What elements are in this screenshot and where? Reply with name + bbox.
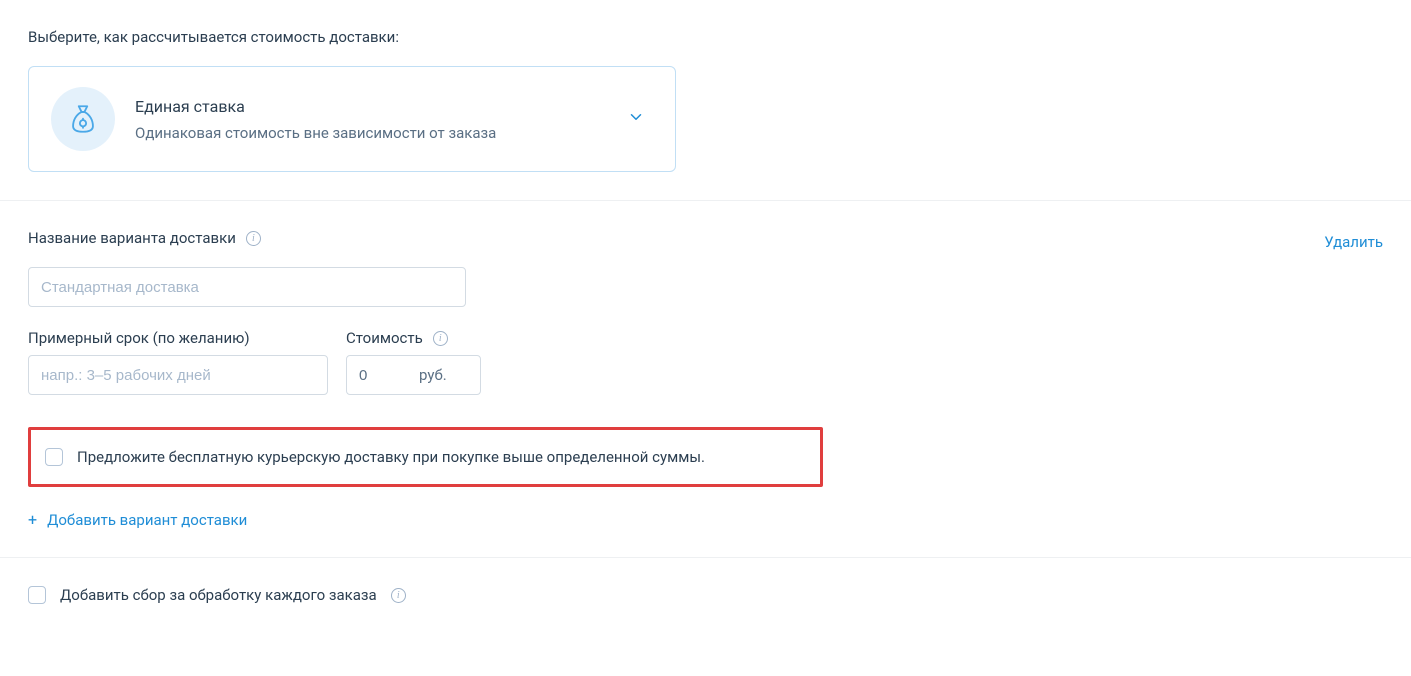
handling-fee-checkbox[interactable] [28, 586, 46, 604]
cost-field: Стоимость руб. [346, 329, 481, 395]
add-variant-link[interactable]: + Добавить вариант доставки [28, 511, 1383, 529]
money-bag-icon [51, 87, 115, 151]
delivery-variant-section: Название варианта доставки Удалить Приме… [0, 200, 1411, 558]
cost-label: Стоимость [346, 329, 423, 347]
rate-prompt: Выберите, как рассчитывается стоимость д… [28, 28, 1383, 46]
variant-name-label: Название варианта доставки [28, 229, 236, 247]
delete-variant-link[interactable]: Удалить [1324, 233, 1383, 251]
free-delivery-highlight: Предложите бесплатную курьерскую доставк… [28, 427, 823, 487]
info-icon[interactable] [246, 231, 261, 246]
plus-icon: + [28, 512, 37, 528]
add-variant-label: Добавить вариант доставки [47, 511, 247, 529]
delivery-time-input[interactable] [28, 355, 328, 395]
variant-name-label-row: Название варианта доставки [28, 229, 261, 247]
free-delivery-checkbox[interactable] [45, 448, 63, 466]
chevron-down-icon[interactable] [619, 108, 653, 130]
rate-title: Единая ставка [135, 97, 599, 116]
info-icon[interactable] [391, 588, 406, 603]
info-icon[interactable] [433, 331, 448, 346]
cost-input-wrap[interactable]: руб. [346, 355, 481, 395]
rate-selection-section: Выберите, как рассчитывается стоимость д… [0, 0, 1411, 200]
handling-fee-section: Добавить сбор за обработку каждого заказ… [0, 558, 1411, 632]
cost-input[interactable] [359, 367, 419, 384]
variant-name-input[interactable] [28, 267, 466, 307]
rate-description: Одинаковая стоимость вне зависимости от … [135, 124, 599, 142]
handling-row: Добавить сбор за обработку каждого заказ… [28, 586, 1383, 604]
fields-row: Примерный срок (по желанию) Стоимость ру… [28, 329, 1383, 395]
time-label: Примерный срок (по желанию) [28, 329, 250, 347]
rate-type-dropdown[interactable]: Единая ставка Одинаковая стоимость вне з… [28, 66, 676, 172]
time-field: Примерный срок (по желанию) [28, 329, 328, 395]
handling-fee-label: Добавить сбор за обработку каждого заказ… [60, 586, 377, 604]
free-delivery-label: Предложите бесплатную курьерскую доставк… [77, 448, 705, 466]
variant-header-row: Название варианта доставки Удалить [28, 229, 1383, 255]
rate-text-block: Единая ставка Одинаковая стоимость вне з… [135, 97, 599, 142]
cost-currency: руб. [419, 366, 447, 384]
